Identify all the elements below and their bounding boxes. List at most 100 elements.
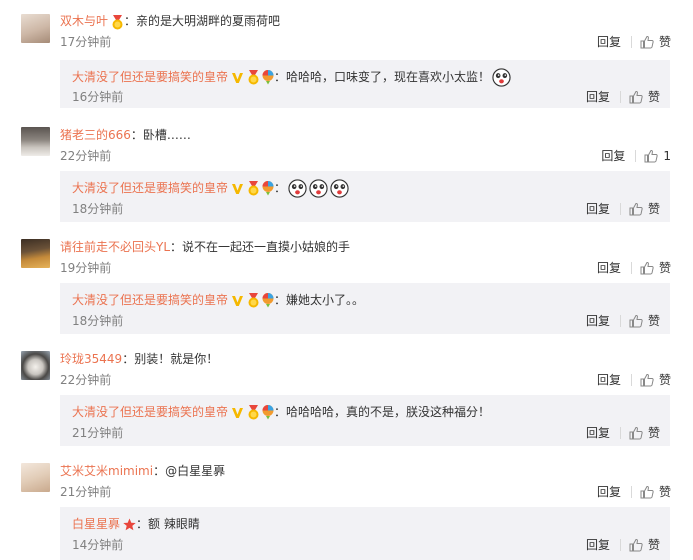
comment-time: 17分钟前 (60, 35, 112, 49)
like-button[interactable]: 赞 (629, 201, 660, 217)
reply-username[interactable]: 大清没了但还是要搞笑的皇帝 (72, 68, 228, 86)
avatar[interactable] (21, 127, 50, 156)
like-label: 赞 (658, 373, 671, 387)
like-button[interactable]: 赞 (629, 313, 660, 329)
balloon-icon (262, 181, 274, 196)
reply-button[interactable]: 回复 (586, 201, 610, 217)
like-button[interactable]: 1 (644, 148, 671, 164)
comment-text: ：卧槽…… (130, 128, 191, 142)
avatar[interactable] (21, 14, 50, 43)
comment-time: 22分钟前 (60, 373, 112, 387)
reply-actions: 回复 赞 (586, 537, 660, 553)
reply-button[interactable]: 回复 (586, 537, 610, 553)
verified-v-icon (231, 294, 244, 307)
reply-button[interactable]: 回复 (597, 34, 621, 50)
comment-actions: 回复 赞 (597, 34, 671, 50)
comment-actions: 回复 1 (601, 148, 671, 164)
reply-box: 大清没了但还是要搞笑的皇帝 ：哈哈哈，口味变了，现在喜欢小太监！ 16分钟前 回… (60, 60, 670, 108)
doge-emoji-icon (309, 179, 328, 198)
verified-v-icon (231, 406, 244, 419)
comment-username[interactable]: 请往前走不必回头YL (60, 240, 170, 254)
reply-username[interactable]: 大清没了但还是要搞笑的皇帝 (72, 291, 228, 309)
verified-v-icon (231, 71, 244, 84)
divider (619, 91, 621, 103)
reply-text: ： (274, 181, 287, 195)
comment-text: ：别装！就是你！ (122, 352, 219, 366)
reply-header: 大清没了但还是要搞笑的皇帝 ：哈哈哈，口味变了，现在喜欢小太监！ (72, 68, 511, 86)
reply-time: 16分钟前 (72, 90, 124, 104)
comment-text: ：@白星星奡 (153, 464, 226, 478)
verified-v-icon (231, 182, 244, 195)
reply-button[interactable]: 回复 (597, 260, 621, 276)
reply-header: 白星星奡 ：额 辣眼睛 (72, 515, 200, 533)
thumbs-up-icon (629, 426, 643, 440)
like-button[interactable]: 赞 (640, 484, 671, 500)
doge-emoji-icon (492, 68, 511, 87)
comment-time: 21分钟前 (60, 485, 112, 499)
medal-icon (108, 13, 124, 31)
comment-username[interactable]: 玲珑35449 (60, 352, 122, 366)
reply-button[interactable]: 回复 (601, 148, 625, 164)
thumbs-up-icon (640, 485, 654, 499)
divider (630, 486, 632, 498)
reply-actions: 回复 赞 (586, 201, 660, 217)
comment-username[interactable]: 猪老三的666 (60, 128, 131, 142)
doge-emoji-icon (288, 179, 307, 198)
divider (619, 539, 621, 551)
reply-box: 大清没了但还是要搞笑的皇帝 ： 18分钟前 回复 赞 (60, 171, 670, 222)
reply-text: ：哈哈哈，口味变了，现在喜欢小太监！ (274, 70, 491, 84)
like-label: 赞 (647, 314, 660, 328)
comment-header: 艾米艾米mimimi：@白星星奡 (60, 462, 225, 480)
doge-emoji-icon (330, 179, 349, 198)
reply-time: 14分钟前 (72, 538, 124, 552)
thumbs-up-icon (629, 202, 643, 216)
reply-header: 大清没了但还是要搞笑的皇帝 ： (72, 179, 349, 197)
comment-header: 双木与叶 ：亲的是大明湖畔的夏雨荷吧 (60, 12, 280, 30)
thumbs-up-icon (640, 35, 654, 49)
reply-box: 大清没了但还是要搞笑的皇帝 ：哈哈哈哈，真的不是，朕没这种福分！ 21分钟前 回… (60, 395, 670, 446)
reply-header: 大清没了但还是要搞笑的皇帝 ：哈哈哈哈，真的不是，朕没这种福分！ (72, 403, 490, 421)
like-label: 赞 (647, 426, 660, 440)
reply-box: 白星星奡 ：额 辣眼睛 14分钟前 回复 赞 (60, 507, 670, 560)
comment-username[interactable]: 艾米艾米mimimi (60, 464, 153, 478)
reply-button[interactable]: 回复 (586, 425, 610, 441)
divider (630, 374, 632, 386)
like-button[interactable]: 赞 (640, 372, 671, 388)
like-button[interactable]: 赞 (629, 425, 660, 441)
like-label: 赞 (658, 261, 671, 275)
reply-button[interactable]: 回复 (586, 313, 610, 329)
balloon-icon (262, 293, 274, 308)
reply-button[interactable]: 回复 (597, 484, 621, 500)
avatar[interactable] (21, 239, 50, 268)
comment-header: 猪老三的666：卧槽…… (60, 126, 191, 144)
avatar[interactable] (21, 463, 50, 492)
balloon-icon (262, 70, 274, 85)
medal-icon (247, 181, 260, 196)
reply-username[interactable]: 白星星奡 (72, 515, 120, 533)
reply-header: 大清没了但还是要搞笑的皇帝 ：嫌她太小了。。 (72, 291, 364, 309)
medal-icon (247, 293, 260, 308)
comment-header: 请往前走不必回头YL：说不在一起还一直摸小姑娘的手 (60, 238, 350, 256)
thumbs-up-icon (629, 90, 643, 104)
comment-actions: 回复 赞 (597, 484, 671, 500)
like-button[interactable]: 赞 (640, 260, 671, 276)
star-icon (123, 518, 136, 531)
reply-button[interactable]: 回复 (586, 89, 610, 105)
like-label: 赞 (647, 202, 660, 216)
reply-text: ：嫌她太小了。。 (274, 293, 365, 307)
reply-username[interactable]: 大清没了但还是要搞笑的皇帝 (72, 179, 228, 197)
like-button[interactable]: 赞 (629, 537, 660, 553)
avatar[interactable] (21, 351, 50, 380)
reply-username[interactable]: 大清没了但还是要搞笑的皇帝 (72, 403, 228, 421)
thumbs-up-icon (644, 149, 658, 163)
divider (619, 315, 621, 327)
like-button[interactable]: 赞 (640, 34, 671, 50)
reply-button[interactable]: 回复 (597, 372, 621, 388)
comment-text: ：亲的是大明湖畔的夏雨荷吧 (124, 14, 281, 28)
reply-time: 18分钟前 (72, 314, 124, 328)
comment-username[interactable]: 双木与叶 (60, 14, 108, 28)
like-label: 赞 (658, 485, 671, 499)
reply-box: 大清没了但还是要搞笑的皇帝 ：嫌她太小了。。 18分钟前 回复 赞 (60, 283, 670, 334)
thumbs-up-icon (640, 373, 654, 387)
like-button[interactable]: 赞 (629, 89, 660, 105)
